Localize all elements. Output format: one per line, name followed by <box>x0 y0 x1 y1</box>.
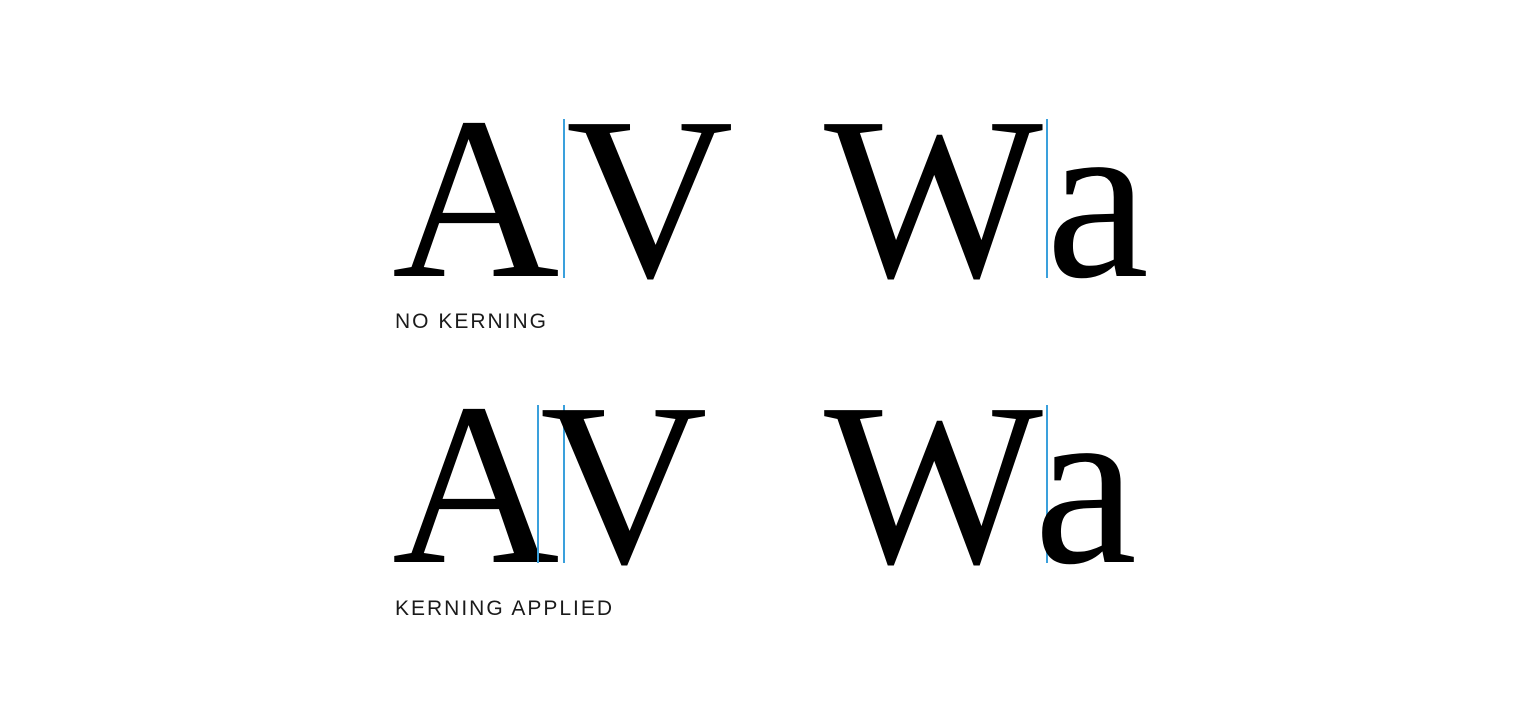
glyph-A: A <box>392 356 560 613</box>
glyph-a: a <box>1034 356 1137 613</box>
caption-kerning-applied: KERNING APPLIED <box>395 597 615 620</box>
glyph-A: A <box>392 70 560 327</box>
advance-guide <box>563 119 565 278</box>
glyph-W: W <box>824 70 1043 327</box>
glyph-V: V <box>566 70 734 327</box>
glyph-a: a <box>1046 70 1149 327</box>
caption-no-kerning: NO KERNING <box>395 310 549 333</box>
glyph-V: V <box>540 356 708 613</box>
glyph-W: W <box>824 356 1043 613</box>
advance-guide <box>537 405 539 563</box>
